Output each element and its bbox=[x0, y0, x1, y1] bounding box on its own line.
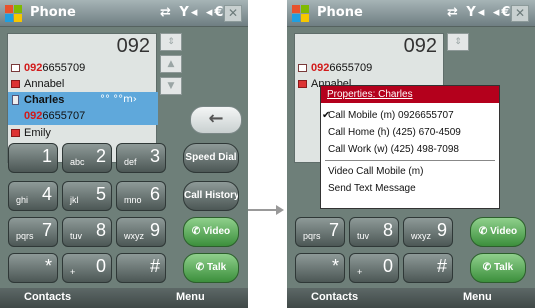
key-2[interactable]: abc 2 bbox=[62, 143, 112, 173]
windows-start-icon[interactable] bbox=[291, 4, 311, 24]
menu-item-call-home[interactable]: Call Home (h) (425) 670-4509 bbox=[321, 124, 499, 141]
properties-context-menu: Properties: Charles ✔ Call Mobile (m) 092… bbox=[320, 85, 500, 209]
key-4[interactable]: ghi 4 bbox=[8, 181, 58, 211]
list-item[interactable]: 0926655709 bbox=[8, 60, 158, 76]
phone-screen-before: Phone ⇄ Y◂ ◂€ ✕ 092 0926655709 Annabel C… bbox=[0, 0, 248, 308]
menu-item-send-text[interactable]: Send Text Message bbox=[321, 180, 499, 197]
dialed-number: 092 bbox=[403, 35, 437, 57]
list-item[interactable]: Annabel bbox=[8, 76, 158, 92]
list-item[interactable]: Emily bbox=[8, 125, 158, 141]
more-numbers-icon[interactable]: °° °°m› bbox=[100, 94, 137, 105]
menu-title[interactable]: Properties: Charles bbox=[321, 86, 499, 103]
contacts-softkey[interactable]: Contacts bbox=[24, 291, 71, 303]
checkmark-icon: ✔ bbox=[322, 110, 331, 121]
video-call-button[interactable]: ✆ Video bbox=[470, 217, 526, 247]
menu-separator bbox=[325, 160, 495, 161]
key-7[interactable]: pqrs 7 bbox=[295, 217, 345, 247]
call-log-icon bbox=[298, 64, 307, 72]
expand-button[interactable]: ⇕ bbox=[447, 33, 469, 51]
key-star[interactable]: * bbox=[295, 253, 345, 283]
status-icons: ⇄ Y◂ ◂€ bbox=[160, 5, 226, 20]
contact-card-icon bbox=[11, 80, 20, 88]
contact-list: 0926655709 Annabel Charles 0926655707 °°… bbox=[8, 60, 158, 141]
key-7[interactable]: pqrs 7 bbox=[8, 217, 58, 247]
soft-key-bar: Contacts Menu bbox=[287, 288, 535, 308]
transition-arrow bbox=[248, 209, 278, 211]
menu-softkey[interactable]: Menu bbox=[463, 291, 492, 303]
phone-handset-icon: ✆ bbox=[195, 262, 207, 273]
video-icon: ✆ bbox=[191, 226, 204, 237]
scroll-down-button[interactable]: ▼ bbox=[160, 77, 182, 95]
key-5[interactable]: jkl 5 bbox=[62, 181, 112, 211]
close-button[interactable]: ✕ bbox=[224, 5, 242, 22]
phone-screen-after: Phone ⇄ Y◂ ◂€ ✕ 092 0926655709 Annabel ⇕… bbox=[287, 0, 535, 308]
phone-handset-icon: ✆ bbox=[482, 262, 494, 273]
menu-item-video-call[interactable]: Video Call Mobile (m) bbox=[321, 163, 499, 180]
list-item[interactable]: 0926655709 bbox=[295, 60, 445, 76]
list-item-selected[interactable]: Charles 0926655707 °° °°m› bbox=[8, 92, 158, 125]
key-1[interactable]: 1 bbox=[8, 143, 58, 173]
contacts-softkey[interactable]: Contacts bbox=[311, 291, 358, 303]
app-title: Phone bbox=[317, 5, 363, 20]
close-button[interactable]: ✕ bbox=[511, 5, 529, 22]
status-icons: ⇄ Y◂ ◂€ bbox=[447, 5, 513, 20]
windows-start-icon[interactable] bbox=[4, 4, 24, 24]
key-9[interactable]: wxyz 9 bbox=[116, 217, 166, 247]
key-3[interactable]: def 3 bbox=[116, 143, 166, 173]
call-history-button[interactable]: Call History bbox=[183, 181, 239, 211]
key-8[interactable]: tuv 8 bbox=[62, 217, 112, 247]
video-icon: ✆ bbox=[478, 226, 491, 237]
backspace-button[interactable]: ← bbox=[190, 106, 242, 134]
key-9[interactable]: wxyz 9 bbox=[403, 217, 453, 247]
key-hash[interactable]: # bbox=[116, 253, 166, 283]
speed-dial-button[interactable]: Speed Dial bbox=[183, 143, 239, 173]
dialed-number: 092 bbox=[116, 35, 150, 57]
contact-card-icon bbox=[298, 80, 307, 88]
call-log-icon bbox=[11, 64, 20, 72]
talk-button[interactable]: ✆ Talk bbox=[183, 253, 239, 283]
menu-softkey[interactable]: Menu bbox=[176, 291, 205, 303]
scroll-up-button[interactable]: ▲ bbox=[160, 55, 182, 73]
key-6[interactable]: mno 6 bbox=[116, 181, 166, 211]
menu-item-call-mobile[interactable]: ✔ Call Mobile (m) 0926655707 bbox=[321, 107, 499, 124]
video-call-button[interactable]: ✆ Video bbox=[183, 217, 239, 247]
title-bar: Phone ⇄ Y◂ ◂€ ✕ bbox=[0, 0, 248, 27]
key-0[interactable]: +0 bbox=[62, 253, 112, 283]
app-title: Phone bbox=[30, 5, 76, 20]
key-star[interactable]: * bbox=[8, 253, 58, 283]
menu-item-call-work[interactable]: Call Work (w) (425) 498-7098 bbox=[321, 141, 499, 158]
expand-button[interactable]: ⇕ bbox=[160, 33, 182, 51]
talk-button[interactable]: ✆ Talk bbox=[470, 253, 526, 283]
key-hash[interactable]: # bbox=[403, 253, 453, 283]
arrow-head-icon bbox=[276, 205, 284, 215]
soft-key-bar: Contacts Menu bbox=[0, 288, 248, 308]
contact-card-icon bbox=[11, 129, 20, 137]
mobile-phone-icon bbox=[12, 95, 19, 105]
title-bar: Phone ⇄ Y◂ ◂€ ✕ bbox=[287, 0, 535, 27]
key-0[interactable]: +0 bbox=[349, 253, 399, 283]
key-8[interactable]: tuv 8 bbox=[349, 217, 399, 247]
